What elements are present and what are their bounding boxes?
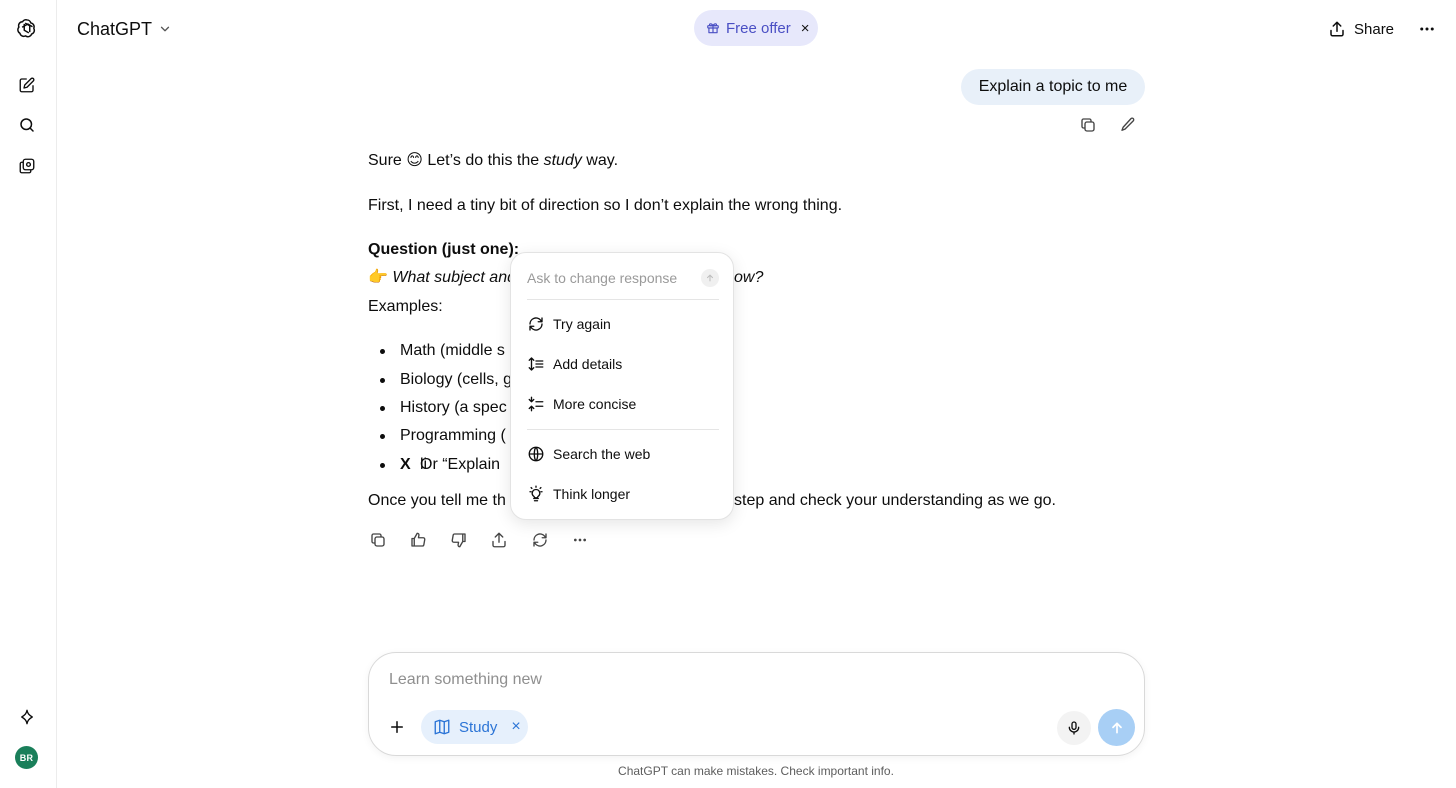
close-study-button[interactable]: ×: [511, 718, 520, 736]
try-again-item[interactable]: Try again: [519, 308, 727, 340]
free-offer-label: Free offer: [726, 19, 791, 37]
book-open-icon: [433, 718, 451, 736]
copy-response-icon[interactable]: [365, 527, 391, 553]
model-name: ChatGPT: [77, 18, 153, 39]
change-response-menu: Ask to change response Try again Add det…: [510, 252, 734, 520]
think-longer-label: Think longer: [553, 486, 631, 502]
close-offer-button[interactable]: ×: [801, 20, 810, 37]
openai-logo-icon[interactable]: [12, 13, 42, 43]
sparkle-icon[interactable]: [12, 702, 42, 732]
think-longer-item[interactable]: Think longer: [519, 478, 727, 510]
regenerate-icon[interactable]: [527, 527, 553, 553]
refresh-icon: [527, 315, 545, 333]
share-button[interactable]: Share: [1328, 16, 1394, 42]
more-concise-item[interactable]: More concise: [519, 388, 727, 420]
arrow-up-icon[interactable]: [701, 269, 719, 287]
lightbulb-icon: [527, 485, 545, 503]
share-icon: [1328, 20, 1346, 38]
model-selector[interactable]: ChatGPT: [77, 16, 172, 42]
share-label: Share: [1354, 20, 1395, 38]
globe-icon: [527, 445, 545, 463]
more-options-icon[interactable]: [1414, 16, 1440, 42]
composer: Learn something new Study ×: [368, 652, 1145, 756]
collapse-lines-icon: [527, 395, 545, 413]
study-label: Study: [459, 718, 498, 736]
try-again-label: Try again: [553, 316, 611, 332]
add-details-item[interactable]: Add details: [519, 348, 727, 380]
free-offer-badge[interactable]: Free offer ×: [694, 10, 818, 46]
microphone-button[interactable]: [1057, 711, 1091, 745]
new-chat-icon[interactable]: [12, 70, 42, 100]
change-response-input[interactable]: Ask to change response: [527, 267, 719, 289]
chevron-down-icon: [158, 22, 172, 36]
menu-divider: [527, 429, 719, 430]
share-response-icon[interactable]: [486, 527, 512, 553]
thumbs-up-icon[interactable]: [405, 527, 431, 553]
edit-message-icon[interactable]: [1115, 112, 1141, 138]
question-line: 👉 What subject and ow?: [368, 269, 764, 286]
message-input[interactable]: Learn something new: [389, 671, 542, 689]
expand-lines-icon: [527, 355, 545, 373]
add-attachment-button[interactable]: [381, 711, 413, 743]
user-message-text: Explain a topic to me: [978, 78, 1128, 95]
footer-disclaimer: ChatGPT can make mistakes. Check importa…: [618, 764, 894, 778]
more-concise-label: More concise: [553, 396, 637, 412]
answer-line-1: Sure 😊 Let’s do this the study way.: [368, 152, 619, 169]
send-button[interactable]: [1098, 709, 1135, 746]
library-icon[interactable]: [12, 151, 42, 181]
change-response-placeholder: Ask to change response: [527, 270, 678, 286]
add-details-label: Add details: [553, 356, 623, 372]
examples-label: Examples:: [368, 298, 443, 315]
search-the-web-item[interactable]: Search the web: [519, 438, 727, 470]
study-mode-chip[interactable]: Study ×: [421, 710, 528, 744]
answer-line-2: First, I need a tiny bit of direction so…: [368, 197, 843, 214]
user-message-bubble: Explain a topic to me: [961, 69, 1145, 105]
sidebar-rail: BR: [0, 0, 57, 788]
more-actions-icon[interactable]: [567, 527, 593, 553]
microphone-icon: [1066, 720, 1082, 736]
arrow-up-icon: [1109, 720, 1125, 736]
closing-line-end: step and check your understanding as we …: [734, 492, 1056, 509]
search-the-web-label: Search the web: [553, 446, 651, 462]
thumbs-down-icon[interactable]: [446, 527, 472, 553]
menu-divider: [527, 299, 719, 300]
copy-message-icon[interactable]: [1075, 112, 1101, 138]
search-icon[interactable]: [12, 110, 42, 140]
gift-icon: [706, 21, 720, 35]
closing-line-start: Once you tell me th: [368, 492, 506, 509]
question-heading: Question (just one):: [368, 241, 520, 258]
plus-icon: [388, 718, 406, 736]
